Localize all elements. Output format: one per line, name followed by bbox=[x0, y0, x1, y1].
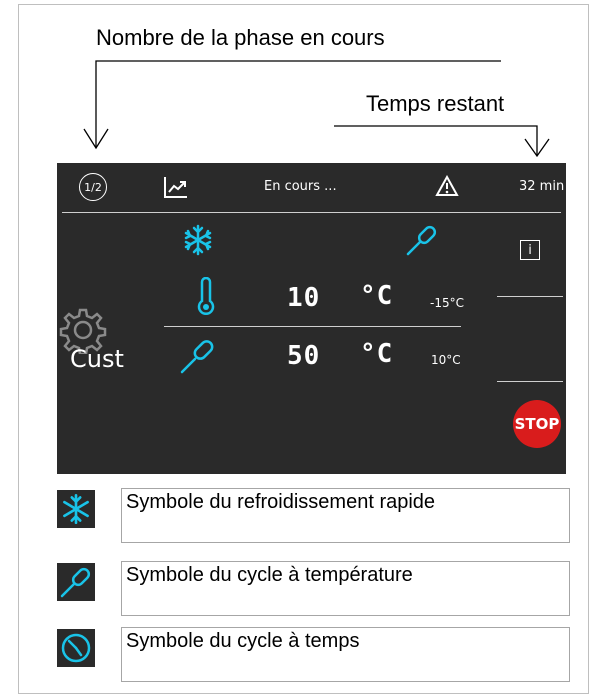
reading-unit-1: °C bbox=[360, 281, 394, 311]
reading-value-1: 10 bbox=[287, 283, 321, 313]
info-icon: i bbox=[528, 242, 532, 258]
probe-icon-reading bbox=[180, 340, 214, 374]
status-divider bbox=[62, 212, 561, 213]
device-screen: 1/2 En cours ... 32 min i Cust 10 °C -15… bbox=[57, 163, 566, 474]
readings-divider bbox=[164, 326, 461, 327]
legend-probe-icon bbox=[57, 563, 95, 601]
time-callout-arrow bbox=[334, 125, 538, 155]
right-divider-bottom bbox=[497, 381, 563, 382]
phase-callout-arrow bbox=[95, 60, 501, 148]
snowflake-icon bbox=[184, 224, 212, 256]
phase-value: 1/2 bbox=[84, 180, 102, 194]
trend-chart-icon[interactable] bbox=[163, 175, 189, 199]
stop-button[interactable]: STOP bbox=[513, 400, 561, 448]
right-divider-top bbox=[497, 296, 563, 297]
probe-icon bbox=[406, 225, 437, 256]
legend-text-temperature: Symbole du cycle à température bbox=[121, 561, 570, 616]
program-name: Cust bbox=[70, 345, 124, 373]
legend-clock-icon bbox=[57, 629, 95, 667]
legend-text-cooling: Symbole du refroidissement rapide bbox=[121, 488, 570, 543]
reading-setpoint-2: 10°C bbox=[431, 353, 461, 367]
warning-icon[interactable] bbox=[435, 175, 459, 197]
legend-snowflake-icon bbox=[57, 490, 95, 528]
status-text: En cours ... bbox=[264, 179, 337, 194]
legend-text-time: Symbole du cycle à temps bbox=[121, 627, 570, 682]
remaining-time: 32 min bbox=[519, 179, 565, 194]
phase-indicator[interactable]: 1/2 bbox=[79, 173, 107, 201]
reading-value-2: 50 bbox=[287, 341, 321, 371]
reading-unit-2: °C bbox=[360, 339, 394, 369]
reading-setpoint-1: -15°C bbox=[430, 296, 464, 310]
thermometer-icon bbox=[197, 277, 215, 315]
info-button[interactable]: i bbox=[520, 240, 540, 260]
